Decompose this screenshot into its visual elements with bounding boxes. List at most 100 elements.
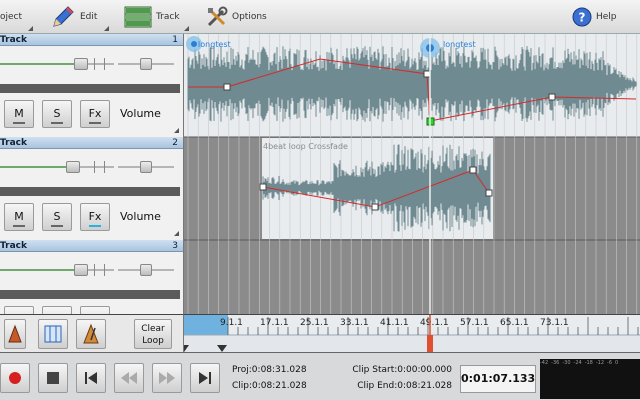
timeline-area[interactable]: longtest longtest 4beat loop Crossfade [184,34,640,314]
meter-scale-label: -24 [573,360,582,366]
solo-label: S [53,107,61,120]
metronome-toggle[interactable] [4,319,26,349]
level-meter [0,290,180,299]
project-menu[interactable]: oject [0,0,22,34]
track-name: Track [0,138,27,148]
dropdown-corner [174,128,179,133]
fast-forward-button[interactable] [152,363,182,393]
tracks-canvas[interactable]: longtest longtest 4beat loop Crossfade [184,34,640,314]
mute-button[interactable] [4,306,34,314]
track-title-bar[interactable]: Track 2 [0,137,183,149]
clip-start: Clip Start:0:00:00.000 [352,365,452,375]
rewind-icon [121,372,137,384]
clip-end: Clip End:0:08:21.028 [357,381,452,391]
skip-to-end-button[interactable] [190,363,220,393]
rewind-button[interactable] [114,363,144,393]
volume-slider[interactable] [0,157,183,177]
master-level-meter: -42 -36 -30 -24 -18 -12 -6 0 [540,359,640,399]
pencil-icon [53,6,74,27]
clear-loop-button[interactable]: Clear Loop [134,319,172,349]
solo-label: S [53,210,61,223]
clip-label: longtest [198,40,231,49]
options-label: Options [232,12,267,22]
fx-label: Fx [88,107,102,120]
clear-loop-label: Clear Loop [141,324,165,346]
volume-slider[interactable] [0,260,183,280]
proj-length: Proj:0:08:31.028 [232,365,307,375]
volume-knob[interactable] [66,161,80,173]
edit-label: Edit [80,12,98,22]
track-menu[interactable]: Track [124,0,180,34]
clip-handle-icon[interactable] [191,41,197,47]
param-selector[interactable]: Volume [120,107,161,120]
volume-knob[interactable] [74,58,88,70]
mute-button[interactable]: M [4,100,34,128]
record-icon [9,372,21,384]
track-number: 3 [172,241,178,251]
mute-label: M [14,107,24,120]
edit-tools-bar: Clear Loop [0,314,184,352]
envelope-node[interactable] [371,203,379,211]
volume-slider[interactable] [0,54,183,74]
metronome-button[interactable] [76,319,106,349]
mute-label: M [14,210,24,223]
pan-knob[interactable] [140,161,152,173]
mute-button[interactable]: M [4,203,34,231]
level-meter [0,187,180,196]
level-meter [0,84,180,93]
meter-scale-label: -18 [584,360,593,366]
rewind-to-start-button[interactable] [76,363,106,393]
meter-scale-label: -6 [607,360,613,366]
loop-lane[interactable] [184,335,640,353]
clip-length: Clip:0:08:21.028 [232,381,307,391]
stop-button[interactable] [38,363,68,393]
solo-button[interactable]: S [42,100,72,128]
fx-button[interactable] [80,306,110,314]
param-selector[interactable]: Volume [120,210,161,223]
skip-forward-icon [199,372,211,384]
tools-icon [207,6,228,27]
metronome-small-icon [8,324,22,343]
pan-knob[interactable] [140,264,152,276]
envelope-node[interactable] [423,70,431,78]
envelope-node[interactable] [223,83,231,91]
dropdown-corner [174,231,179,236]
timeline-ruler[interactable]: 9.1.1 17.1.1 25.1.1 33.1.1 41.1.1 49.1.1 57.1.… [184,314,640,353]
solo-button[interactable] [42,306,72,314]
fx-button[interactable]: Fx [80,100,110,128]
help-icon: ? [572,7,592,27]
time-display[interactable]: 0:01:07.133 [460,365,536,393]
envelope-node[interactable] [469,166,477,174]
track-name: Track [0,241,27,251]
ruler-canvas[interactable]: 9.1.1 17.1.1 25.1.1 33.1.1 41.1.1 49.1.1 57.1.… [184,315,640,353]
project-info: Proj:0:08:31.028 Clip:0:08:21.028 Clip S… [228,361,456,395]
grid-toggle[interactable] [38,319,68,349]
envelope-node[interactable] [259,183,267,191]
track-header-3: Track 3 [0,240,184,314]
ruler-label: 33.1.1 [340,318,369,328]
playhead-handle[interactable] [427,335,433,353]
stop-icon [47,372,59,384]
track-number: 2 [172,138,178,148]
ruler-label: 57.1.1 [460,318,489,328]
fx-button[interactable]: Fx [80,203,110,231]
envelope-node[interactable] [548,93,556,101]
clip-label: 4beat loop Crossfade [263,142,348,151]
envelope-node[interactable] [485,189,493,197]
grid-icon [44,325,62,343]
track-title-bar[interactable]: Track 3 [0,240,183,252]
options-menu[interactable]: Options [206,0,267,34]
meter-scale-label: -12 [595,360,605,366]
skip-back-icon [85,372,97,384]
edit-menu[interactable]: Edit [50,0,97,34]
track-header-1: Track 1 M S Fx Volume [0,34,184,137]
pan-knob[interactable] [140,58,152,70]
svg-text:?: ? [579,11,586,25]
help-menu[interactable]: ? Help [572,0,617,34]
track-title-bar[interactable]: Track 1 [0,34,183,46]
track-grid-icon [124,6,152,28]
ruler-label: 49.1.1 [420,318,449,328]
solo-button[interactable]: S [42,203,72,231]
record-button[interactable] [0,363,30,393]
volume-knob[interactable] [74,264,88,276]
